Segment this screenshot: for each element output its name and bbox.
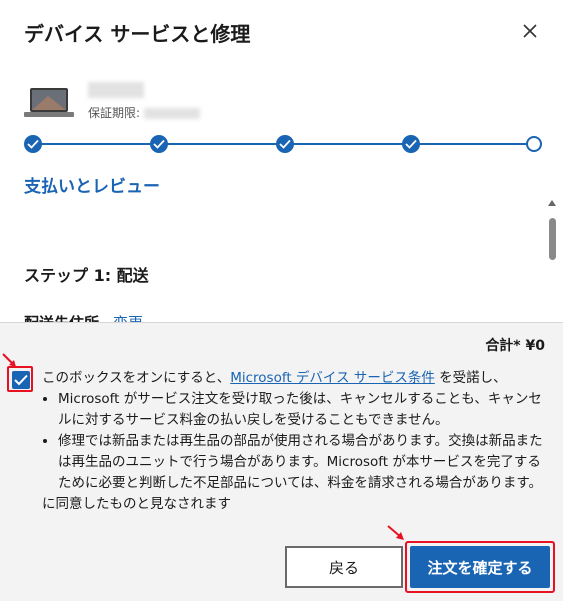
terms-bullet: Microsoft がサービス注文を受け取った後は、キャンセルすることも、キャン… xyxy=(58,389,547,431)
warranty-label: 保証期限: xyxy=(88,106,141,120)
device-name-redacted xyxy=(88,82,144,98)
progress-stepper xyxy=(24,133,542,155)
step-4-complete xyxy=(402,135,420,153)
shipping-label: 配送先住所 xyxy=(24,314,99,322)
step-5-current xyxy=(526,136,542,152)
close-icon[interactable] xyxy=(519,20,541,42)
terms-link[interactable]: Microsoft デバイス サービス条件 xyxy=(230,370,435,386)
terms-intro-after: を受諾し、 xyxy=(434,370,507,386)
warranty-date-redacted xyxy=(144,108,201,119)
shipping-address-row: 配送先住所 変更 xyxy=(24,312,143,322)
back-button[interactable]: 戻る xyxy=(285,546,403,588)
checkmark-icon xyxy=(279,139,291,149)
step-2-complete xyxy=(150,135,168,153)
step-3-complete xyxy=(276,135,294,153)
agree-text: に同意したものと見なされます xyxy=(42,496,231,512)
step-1-complete xyxy=(24,135,42,153)
checkmark-icon xyxy=(405,139,417,149)
terms-bullet: 修理では新品または再生品の部品が使用される場合があります。交換は新品または再生品… xyxy=(58,431,547,494)
warranty-info: 保証期限: xyxy=(88,104,201,121)
checkmark-icon xyxy=(153,139,165,149)
laptop-icon xyxy=(24,88,74,117)
terms-intro-before: このボックスをオンにすると、 xyxy=(42,370,231,386)
terms-text: このボックスをオンにすると、Microsoft デバイス サービス条件 を受諾し… xyxy=(42,368,547,515)
dialog-title: デバイス サービスと修理 xyxy=(24,22,251,46)
checkbox-annotation-box xyxy=(7,366,33,392)
terms-intro: このボックスをオンにすると、Microsoft デバイス サービス条件 を受諾し… xyxy=(42,368,547,389)
scrollbar-thumb[interactable] xyxy=(549,218,556,260)
section-title: 支払いとレビュー xyxy=(24,177,160,197)
scroll-up-arrow[interactable] xyxy=(548,200,556,206)
order-footer: 合計* ¥0 このボックスをオンにすると、Microsoft デバイス サービス… xyxy=(0,322,563,601)
step-heading: ステップ 1: 配送 xyxy=(24,266,149,285)
service-dialog: デバイス サービスと修理 保証期限: 支払いとレビュー ステップ 1: 配送 合… xyxy=(0,0,563,601)
change-link[interactable]: 変更 xyxy=(113,314,143,322)
terms-list: Microsoft がサービス注文を受け取った後は、キャンセルすることも、キャン… xyxy=(42,389,547,494)
checkmark-icon xyxy=(27,139,39,149)
order-total: 合計* ¥0 xyxy=(485,338,545,354)
confirm-annotation-box xyxy=(405,541,555,593)
